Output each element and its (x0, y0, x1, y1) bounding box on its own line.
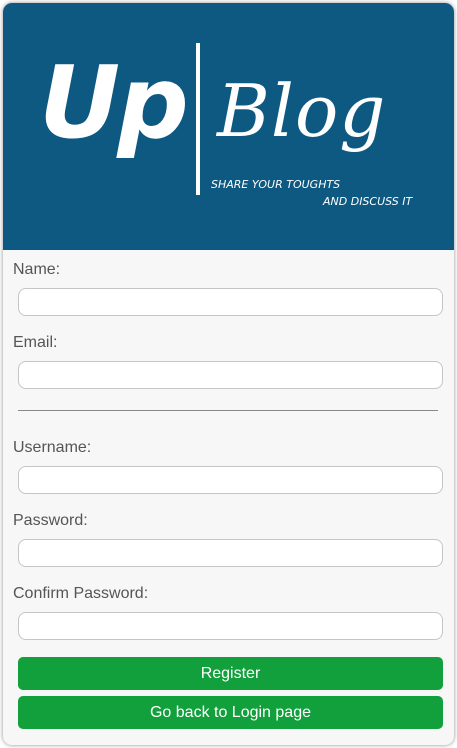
confirm-password-input[interactable] (18, 612, 443, 640)
logo-up-text: Up (39, 44, 189, 161)
password-label: Password: (13, 512, 88, 529)
logo-tagline-line2: AND DISCUSS IT (323, 195, 413, 208)
password-input[interactable] (18, 539, 443, 567)
register-button[interactable]: Register (18, 657, 443, 690)
register-card: Up Blog SHARE YOUR TOUGHTS AND DISCUSS I… (3, 3, 454, 745)
username-label: Username: (13, 439, 92, 456)
email-input[interactable] (18, 361, 443, 389)
confirm-password-label: Confirm Password: (13, 585, 149, 602)
back-to-login-button[interactable]: Go back to Login page (18, 696, 443, 729)
email-label: Email: (13, 334, 58, 351)
name-input[interactable] (18, 288, 443, 316)
logo-banner: Up Blog SHARE YOUR TOUGHTS AND DISCUSS I… (3, 3, 454, 250)
logo-tagline-line1: SHARE YOUR TOUGHTS (211, 178, 341, 191)
username-input[interactable] (18, 466, 443, 494)
logo-divider (196, 43, 200, 195)
name-label: Name: (13, 261, 61, 278)
section-divider (18, 410, 438, 411)
logo-blog-text: Blog (217, 69, 387, 153)
